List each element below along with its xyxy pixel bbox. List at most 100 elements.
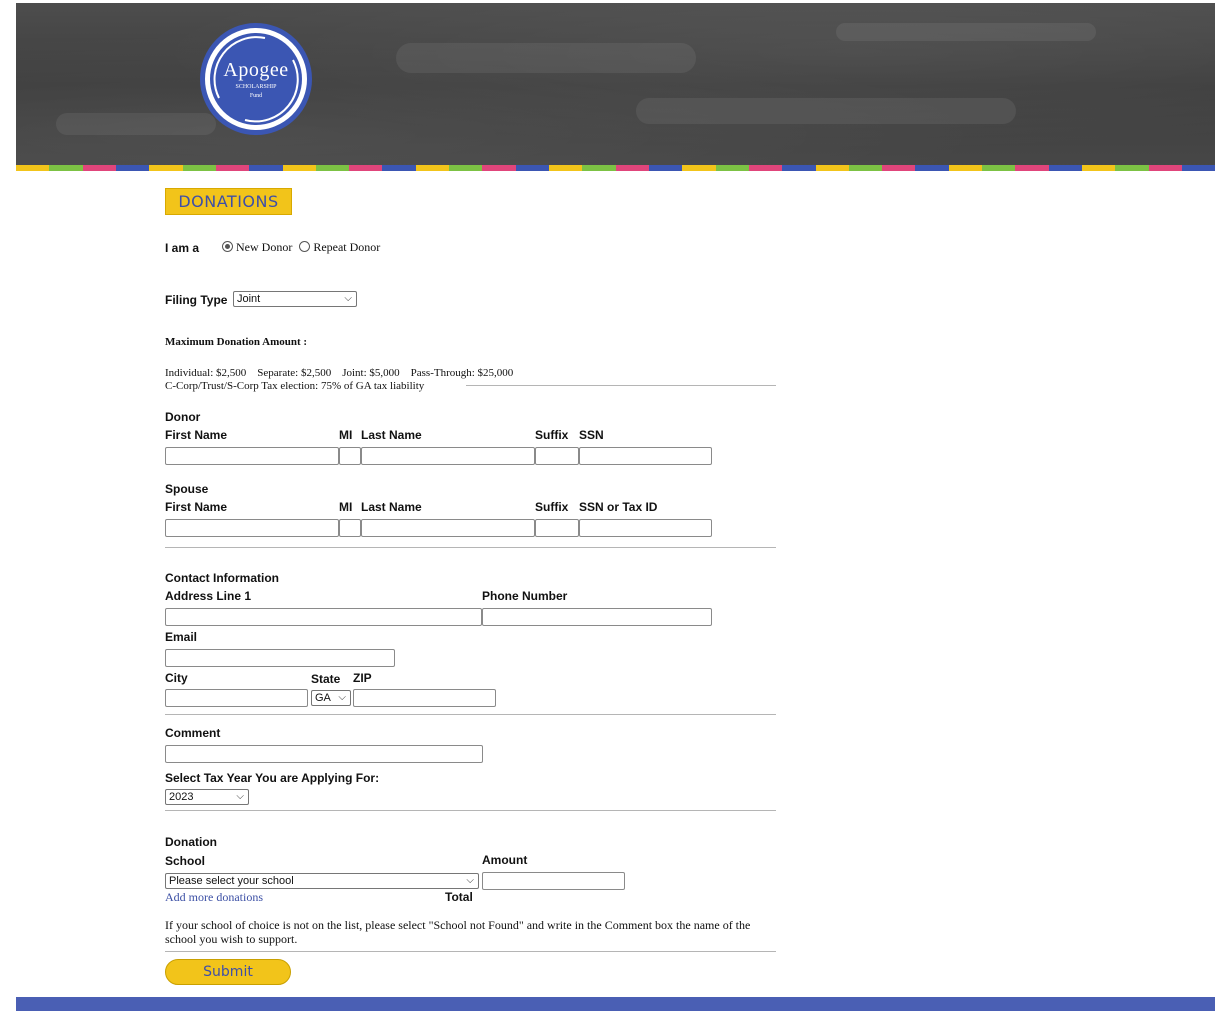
stripe-segment <box>982 165 1016 171</box>
stripe-segment <box>582 165 616 171</box>
footer-bar <box>16 997 1215 1011</box>
divider <box>165 714 776 715</box>
donor-first-name-label: First Name <box>165 428 228 442</box>
stripe-segment <box>882 165 916 171</box>
stripe-segment <box>182 165 216 171</box>
repeat-donor-option[interactable]: Repeat Donor <box>313 240 380 254</box>
stripe-segment <box>1148 165 1182 171</box>
spouse-last-name-input[interactable] <box>361 519 535 537</box>
chevron-down-icon: ⌵ <box>344 293 352 304</box>
comment-input[interactable] <box>165 745 483 763</box>
total-label: Total <box>445 890 473 904</box>
state-select[interactable]: GA ⌵ <box>311 690 351 706</box>
donor-mi-input[interactable] <box>339 447 361 465</box>
chevron-down-icon: ⌵ <box>338 692 346 703</box>
comment-label: Comment <box>165 726 221 740</box>
contact-section-title: Contact Information <box>165 571 279 585</box>
zip-input[interactable] <box>353 689 496 707</box>
donor-ssn-input[interactable] <box>579 447 712 465</box>
chevron-down-icon: ⌵ <box>466 875 474 886</box>
phone-input[interactable] <box>482 608 712 626</box>
donor-section-title: Donor <box>165 410 201 424</box>
filing-type-label: Filing Type <box>165 293 228 307</box>
spouse-section-title: Spouse <box>165 482 209 496</box>
stripe-segment <box>615 165 649 171</box>
stripe-segment <box>149 165 183 171</box>
stripe-segment <box>349 165 383 171</box>
donor-last-name-input[interactable] <box>361 447 535 465</box>
stripe-segment <box>249 165 283 171</box>
stripe-segment <box>482 165 516 171</box>
stripe-segment <box>915 165 949 171</box>
radio-icon[interactable] <box>299 241 311 252</box>
stripe-segment <box>16 165 50 171</box>
stripe-segment <box>1115 165 1149 171</box>
school-label: School <box>165 854 206 868</box>
phone-label: Phone Number <box>482 589 568 603</box>
submit-button[interactable]: Submit <box>165 959 291 985</box>
donor-last-name-label: Last Name <box>361 428 422 442</box>
apogee-logo[interactable]: Apogee SCHOLARSHIP Fund <box>200 23 312 135</box>
email-input[interactable] <box>165 649 395 667</box>
stripe-segment <box>1082 165 1116 171</box>
donor-first-name-input[interactable] <box>165 447 339 465</box>
stripe-segment <box>415 165 450 171</box>
city-input[interactable] <box>165 689 308 707</box>
amount-label: Amount <box>482 853 528 867</box>
stripe-segment <box>82 165 116 171</box>
donor-type-group: New Donor Repeat Donor <box>222 240 380 255</box>
address-input[interactable] <box>165 608 482 626</box>
stripe-segment <box>449 165 483 171</box>
divider <box>165 951 776 952</box>
zip-label: ZIP <box>353 671 372 685</box>
donor-suffix-label: Suffix <box>535 428 569 442</box>
stripe-segment <box>115 165 150 171</box>
donation-section-title: Donation <box>165 835 217 849</box>
donor-suffix-input[interactable] <box>535 447 579 465</box>
amount-input[interactable] <box>482 872 625 890</box>
email-label: Email <box>165 630 198 644</box>
donor-ssn-label: SSN <box>579 428 604 442</box>
school-select-value: Please select your school <box>169 875 294 887</box>
spouse-first-name-input[interactable] <box>165 519 339 537</box>
city-label: City <box>165 671 188 685</box>
page-title: DONATIONS <box>165 188 292 215</box>
school-select[interactable]: Please select your school ⌵ <box>165 873 479 889</box>
filing-type-select[interactable]: Joint ⌵ <box>233 291 357 307</box>
stripe-segment <box>1048 165 1082 171</box>
header-banner: Apogee SCHOLARSHIP Fund <box>16 3 1215 168</box>
stripe-segment <box>215 165 250 171</box>
stripe-segment <box>1015 165 1049 171</box>
filing-type-value: Joint <box>237 293 261 305</box>
stripe-segment <box>715 165 749 171</box>
stripe-segment <box>382 165 416 171</box>
stripe-segment <box>1181 165 1216 171</box>
spouse-ssn-input[interactable] <box>579 519 712 537</box>
stripe-segment <box>848 165 883 171</box>
radio-icon[interactable] <box>222 241 233 252</box>
donor-type-label: I am a <box>165 241 200 255</box>
stripe-segment <box>315 165 350 171</box>
state-value: GA <box>315 692 331 704</box>
max-donation-line2: C-Corp/Trust/S-Corp Tax election: 75% of… <box>165 380 425 392</box>
stripe-segment <box>49 165 83 171</box>
spouse-first-name-label: First Name <box>165 500 228 514</box>
max-donation-line1: Individual: $2,500 Separate: $2,500 Join… <box>165 367 514 379</box>
new-donor-option[interactable]: New Donor <box>236 240 292 254</box>
state-label: State <box>311 672 341 686</box>
spouse-suffix-input[interactable] <box>535 519 579 537</box>
spouse-mi-input[interactable] <box>339 519 361 537</box>
chevron-down-icon: ⌵ <box>236 791 244 802</box>
stripe-segment <box>282 165 316 171</box>
stripe-segment <box>648 165 683 171</box>
spouse-suffix-label: Suffix <box>535 500 569 514</box>
tax-year-select[interactable]: 2023 ⌵ <box>165 789 249 805</box>
spouse-ssn-label: SSN or Tax ID <box>579 500 658 514</box>
add-more-donations-link[interactable]: Add more donations <box>165 890 263 905</box>
spouse-last-name-label: Last Name <box>361 500 422 514</box>
max-donation-heading: Maximum Donation Amount : <box>165 336 308 348</box>
divider <box>165 547 776 548</box>
divider <box>165 810 776 811</box>
color-stripe <box>16 165 1216 171</box>
tax-year-label: Select Tax Year You are Applying For: <box>165 771 380 785</box>
